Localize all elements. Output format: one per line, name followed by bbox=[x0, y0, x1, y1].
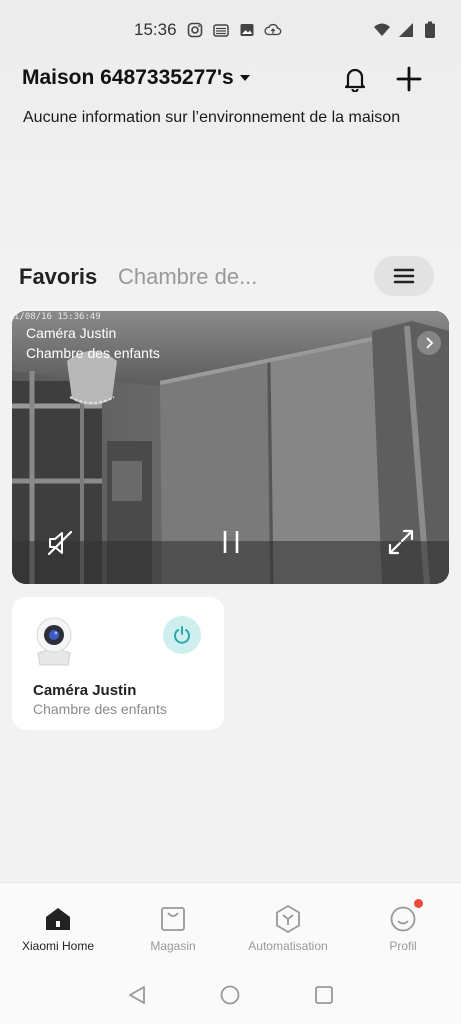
nav-xiaomi-home[interactable]: Xiaomi Home bbox=[3, 905, 113, 953]
back-icon[interactable] bbox=[126, 984, 148, 1006]
bottom-navigation: Xiaomi Home Magasin Automatisation Profi… bbox=[0, 882, 461, 962]
caret-down-icon bbox=[239, 75, 250, 81]
signal-icon bbox=[397, 21, 415, 39]
home-selector[interactable]: Maison 6487335277's bbox=[22, 66, 250, 90]
power-icon bbox=[174, 626, 190, 644]
room-menu-button[interactable] bbox=[374, 256, 434, 296]
recents-icon[interactable] bbox=[313, 984, 335, 1006]
tab-favoris[interactable]: Favoris bbox=[19, 264, 97, 290]
camera-timestamp: 1/08/16 15:36:49 bbox=[14, 312, 101, 322]
device-room: Chambre des enfants bbox=[33, 701, 167, 717]
bell-icon[interactable] bbox=[343, 66, 367, 93]
status-time: 15:36 bbox=[134, 20, 177, 39]
chevron-right-icon[interactable] bbox=[417, 331, 441, 355]
fullscreen-icon[interactable] bbox=[388, 529, 414, 555]
profile-icon bbox=[389, 899, 423, 933]
cloud-upload-icon bbox=[264, 21, 282, 39]
instagram-icon bbox=[186, 21, 204, 39]
camera-name: Caméra Justin bbox=[26, 325, 117, 341]
shopping-bag-icon bbox=[159, 905, 187, 933]
plus-icon bbox=[396, 66, 422, 92]
hamburger-icon bbox=[393, 268, 415, 284]
automation-icon bbox=[274, 905, 302, 933]
nav-automatisation[interactable]: Automatisation bbox=[233, 905, 343, 953]
device-card[interactable]: Caméra Justin Chambre des enfants bbox=[12, 597, 224, 730]
nav-label: Profil bbox=[389, 939, 417, 953]
device-name: Caméra Justin bbox=[33, 682, 137, 699]
nav-profil[interactable]: Profil bbox=[348, 899, 458, 953]
add-device-button[interactable] bbox=[396, 66, 422, 92]
camera-device-icon bbox=[32, 613, 76, 667]
camera-preview[interactable]: 1/08/16 15:36:49 Caméra Justin Chambre d… bbox=[12, 311, 449, 584]
pause-icon[interactable] bbox=[219, 529, 243, 555]
tab-chambre[interactable]: Chambre de... bbox=[118, 264, 257, 290]
wifi-icon bbox=[373, 21, 391, 39]
status-bar: 15:36 bbox=[0, 18, 461, 44]
nav-label: Xiaomi Home bbox=[21, 939, 95, 953]
environment-info: Aucune information sur l’environnement d… bbox=[23, 109, 401, 126]
nav-label: Automatisation bbox=[248, 939, 328, 953]
power-button[interactable] bbox=[163, 616, 201, 654]
mute-icon[interactable] bbox=[46, 529, 74, 557]
nav-label: Magasin bbox=[150, 939, 196, 953]
system-navigation-bar bbox=[0, 962, 461, 1024]
home-circle-icon[interactable] bbox=[219, 984, 241, 1006]
nav-magasin[interactable]: Magasin bbox=[118, 905, 228, 953]
notification-dot bbox=[414, 899, 423, 908]
image-icon bbox=[238, 21, 256, 39]
sim-icon bbox=[212, 21, 230, 39]
camera-room: Chambre des enfants bbox=[26, 345, 160, 361]
home-name: Maison 6487335277's bbox=[22, 66, 234, 89]
battery-icon bbox=[421, 21, 439, 39]
home-icon bbox=[44, 905, 72, 933]
